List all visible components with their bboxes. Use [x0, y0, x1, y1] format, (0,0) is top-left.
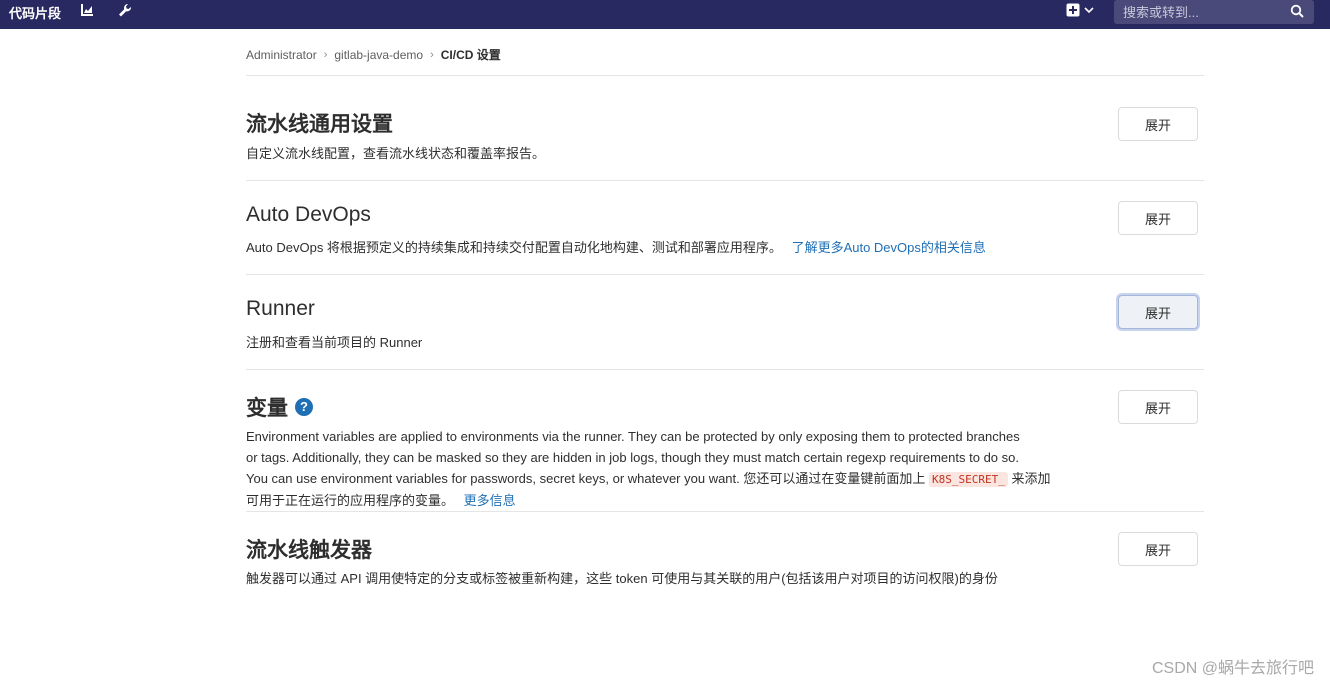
k8s-secret-code: K8S_SECRET_ — [929, 472, 1008, 487]
section-desc-pipeline: 自定义流水线配置，查看流水线状态和覆盖率报告。 — [246, 146, 546, 161]
activity-chart-icon[interactable] — [80, 3, 94, 22]
breadcrumb-current[interactable]: CI/CD 设置 — [441, 46, 501, 63]
expand-button-autodevops[interactable]: 展开 — [1118, 201, 1198, 235]
breadcrumb: Administrator › gitlab-java-demo › CI/CD… — [246, 46, 501, 63]
section-title-variables: 变量 ? — [246, 392, 313, 422]
autodevops-learn-more-link[interactable]: 了解更多Auto DevOps的相关信息 — [792, 240, 986, 255]
section-title-runner: Runner — [246, 297, 315, 320]
autodevops-desc-text: Auto DevOps 将根据预定义的持续集成和持续交付配置自动化地构建、测试和… — [246, 240, 782, 255]
divider — [246, 369, 1204, 370]
variables-more-info-link[interactable]: 更多信息 — [464, 493, 516, 508]
section-desc-autodevops: Auto DevOps 将根据预定义的持续集成和持续交付配置自动化地构建、测试和… — [246, 237, 986, 258]
expand-button-variables[interactable]: 展开 — [1118, 390, 1198, 424]
top-navbar: 代码片段 — [0, 0, 1330, 29]
admin-wrench-icon[interactable] — [118, 3, 132, 23]
breadcrumb-item-project[interactable]: gitlab-java-demo — [334, 48, 423, 62]
plus-square-icon — [1066, 3, 1080, 17]
variables-desc-text: 来添加 — [1011, 471, 1051, 486]
search-box[interactable] — [1114, 0, 1314, 24]
divider — [246, 180, 1204, 181]
variables-desc-text: You can use environment variables for pa… — [246, 471, 926, 486]
variables-desc-line: You can use environment variables for pa… — [246, 468, 1051, 490]
section-title-triggers: 流水线触发器 — [246, 539, 372, 562]
variables-desc-text: 可用于正在运行的应用程序的变量。 — [246, 493, 455, 508]
snippets-link[interactable]: 代码片段 — [9, 3, 61, 22]
help-question-icon[interactable]: ? — [295, 398, 313, 416]
search-icon[interactable] — [1290, 4, 1304, 18]
divider — [246, 511, 1204, 512]
watermark: CSDN @蜗牛去旅行吧 — [1151, 660, 1314, 677]
chevron-right-icon: › — [430, 48, 434, 61]
section-title-autodevops: Auto DevOps — [246, 203, 371, 226]
divider — [246, 274, 1204, 275]
section-desc-runner: 注册和查看当前项目的 Runner — [246, 335, 423, 350]
search-input[interactable] — [1114, 0, 1293, 24]
variables-desc-line: or tags. Additionally, they can be maske… — [246, 450, 1019, 465]
variables-desc-line: 可用于正在运行的应用程序的变量。 更多信息 — [246, 490, 1051, 511]
expand-button-pipeline[interactable]: 展开 — [1118, 107, 1198, 141]
chevron-down-icon — [1084, 7, 1094, 14]
expand-button-triggers[interactable]: 展开 — [1118, 532, 1198, 566]
section-desc-variables: Environment variables are applied to env… — [246, 426, 1051, 511]
breadcrumb-item-administrator[interactable]: Administrator — [246, 48, 317, 62]
divider — [246, 75, 1204, 76]
section-title-pipeline: 流水线通用设置 — [246, 113, 393, 136]
new-item-dropdown[interactable] — [1066, 3, 1094, 17]
expand-button-runner[interactable]: 展开 — [1118, 295, 1198, 329]
variables-title-text: 变量 — [246, 397, 288, 420]
variables-desc-line: Environment variables are applied to env… — [246, 429, 1020, 444]
chevron-right-icon: › — [323, 48, 328, 61]
section-desc-triggers: 触发器可以通过 API 调用使特定的分支或标签被重新构建，这些 token 可使… — [246, 571, 998, 586]
